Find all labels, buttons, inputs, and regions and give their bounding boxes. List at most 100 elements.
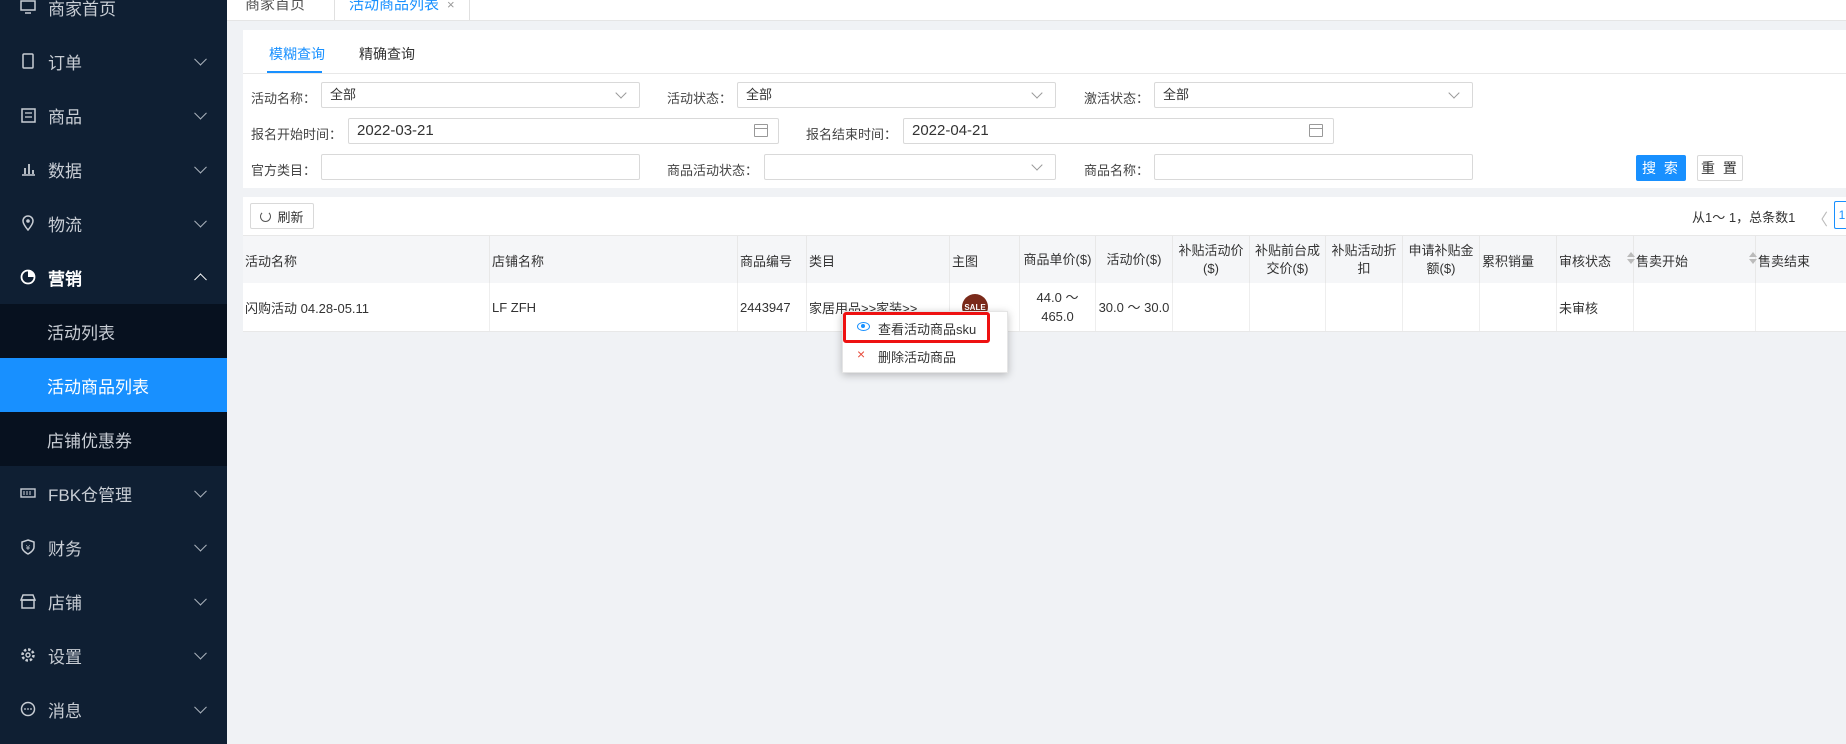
date-value: 2022-04-21 <box>912 122 989 139</box>
chevron-down-icon <box>194 700 207 714</box>
activity-status-select[interactable]: 全部 <box>737 82 1056 108</box>
sidebar-item-messages[interactable]: 消息 <box>0 682 227 736</box>
activity-name-label: 活动名称： <box>251 91 317 106</box>
sidebar-item-orders[interactable]: 订单 <box>0 34 227 88</box>
cell-store-name: LF ZFH <box>490 283 738 331</box>
menu-item-delete[interactable]: × 删除活动商品 <box>843 343 1007 369</box>
bar-chart-icon <box>20 161 36 177</box>
tab-activity-products[interactable]: 活动商品列表 × <box>334 0 470 20</box>
sidebar-item-label: 设置 <box>48 647 82 667</box>
sidebar-subitem-activity-list[interactable]: 活动列表 <box>0 304 227 358</box>
svg-text:¥: ¥ <box>26 544 31 552</box>
divider <box>243 73 1846 74</box>
product-name-input[interactable] <box>1154 154 1473 180</box>
close-icon: × <box>857 346 866 362</box>
signup-start-label: 报名开始时间： <box>251 127 343 142</box>
table-header: 活动名称 店铺名称 商品编号 类目 主图 商品单价($) 活动价($) 补贴活动… <box>243 235 1846 285</box>
official-category-input[interactable] <box>321 154 640 180</box>
chevron-down-icon <box>1031 87 1043 99</box>
clipboard-icon <box>20 53 36 69</box>
sidebar-item-label: 财务 <box>48 539 82 559</box>
unit-price-text: 44.0 ～ 465.0 <box>1036 290 1079 324</box>
column-header-sortable[interactable]: 售卖开始 <box>1634 236 1757 284</box>
tab-exact-search[interactable]: 精确查询 <box>359 44 415 64</box>
chevron-down-icon <box>194 160 207 174</box>
sidebar-subitem-store-coupons[interactable]: 店铺优惠券 <box>0 412 227 466</box>
pagination-summary: 从1～ 1，总条数1 <box>1692 210 1796 225</box>
sidebar-item-products[interactable]: 商品 <box>0 88 227 142</box>
signup-end-date-input[interactable]: 2022-04-21 <box>903 118 1334 144</box>
prev-page-button[interactable]: 〈 <box>1812 206 1828 230</box>
close-icon[interactable]: × <box>447 0 455 12</box>
table-row[interactable]: 闪购活动 04.28-05.11 LF ZFH 2443947 家居用品>>家装… <box>243 283 1846 332</box>
column-header-label: 售卖开始 <box>1636 253 1689 269</box>
highlight-box <box>843 312 990 343</box>
activity-name-select[interactable]: 全部 <box>321 82 640 108</box>
cell-subsidy-price <box>1173 283 1250 331</box>
cell-subsidy-amount <box>1403 283 1480 331</box>
chat-icon <box>20 701 36 717</box>
search-button[interactable]: 搜 索 <box>1636 155 1686 181</box>
cell-sale-end <box>1756 283 1846 331</box>
tab-bar: 商家首页 活动商品列表 × <box>227 0 1846 21</box>
sidebar-item-label: 物流 <box>48 215 82 235</box>
product-activity-status-select[interactable] <box>764 154 1056 180</box>
menu-item-label: 删除活动商品 <box>878 349 957 365</box>
cell-subsidy-front-price <box>1250 283 1326 331</box>
chevron-down-icon <box>194 52 207 66</box>
tab-fuzzy-search[interactable]: 模糊查询 <box>269 44 325 64</box>
sidebar-item-marketing[interactable]: 营销 <box>0 250 227 304</box>
sidebar-item-home[interactable]: 商家首页 <box>0 0 227 34</box>
chevron-down-icon <box>194 484 207 498</box>
column-header: 累积销量 <box>1480 236 1557 284</box>
tab-home[interactable]: 商家首页 <box>231 0 320 20</box>
cell-subsidy-discount <box>1326 283 1403 331</box>
sidebar-item-store[interactable]: 店铺 <box>0 574 227 628</box>
chevron-down-icon <box>194 592 207 606</box>
location-pin-icon <box>20 215 36 231</box>
activation-status-select[interactable]: 全部 <box>1154 82 1473 108</box>
gear-icon <box>20 647 36 663</box>
column-header: 商品单价($) <box>1020 236 1096 284</box>
product-name-label: 商品名称： <box>1084 163 1150 178</box>
official-category-label: 官方类目： <box>251 163 317 178</box>
calendar-icon <box>754 124 768 137</box>
tab-label: 商家首页 <box>245 0 306 13</box>
sidebar-item-label: 数据 <box>48 161 82 181</box>
cell-sale-start <box>1634 283 1756 331</box>
chevron-down-icon <box>194 214 207 228</box>
shield-money-icon: ¥ <box>20 539 36 555</box>
pie-chart-icon <box>20 269 36 285</box>
calendar-icon <box>1309 124 1323 137</box>
sidebar-item-settings[interactable]: 设置 <box>0 628 227 682</box>
cell-sales <box>1480 283 1557 331</box>
sidebar-item-logistics[interactable]: 物流 <box>0 196 227 250</box>
sidebar-item-label: 商家首页 <box>48 0 116 19</box>
reset-button[interactable]: 重 置 <box>1697 155 1743 181</box>
column-header: 商品编号 <box>738 236 807 284</box>
column-header: 申请补贴金额($) <box>1403 236 1480 284</box>
refresh-button[interactable]: 刷新 <box>250 203 314 229</box>
monitor-icon <box>20 0 36 15</box>
column-header: 售卖结束 <box>1758 253 1811 269</box>
cell-activity-name: 闪购活动 04.28-05.11 <box>243 283 490 331</box>
sidebar-item-finance[interactable]: ¥ 财务 <box>0 520 227 574</box>
cell-review-status: 未审核 <box>1557 283 1634 331</box>
sidebar-subitem-activity-products[interactable]: 活动商品列表 <box>0 358 227 412</box>
column-header: 店铺名称 <box>490 236 738 284</box>
date-value: 2022-03-21 <box>357 122 434 139</box>
chevron-down-icon <box>1448 87 1460 99</box>
column-header: 补贴活动折扣 <box>1326 236 1403 284</box>
sidebar-item-label: 营销 <box>48 269 82 289</box>
signup-start-date-input[interactable]: 2022-03-21 <box>348 118 779 144</box>
column-header-sortable[interactable]: 审核状态 <box>1557 236 1635 284</box>
sidebar-item-fbk[interactable]: FBK仓管理 <box>0 466 227 520</box>
sidebar-item-data[interactable]: 数据 <box>0 142 227 196</box>
store-icon <box>20 593 36 609</box>
sidebar-item-label: FBK仓管理 <box>48 485 133 505</box>
select-value: 全部 <box>330 87 357 102</box>
page-number-button[interactable]: 1 <box>1834 201 1846 229</box>
chevron-up-icon <box>194 273 207 287</box>
column-header: 补贴前台成交价($) <box>1250 236 1326 284</box>
sidebar-item-label: 店铺 <box>48 593 82 613</box>
